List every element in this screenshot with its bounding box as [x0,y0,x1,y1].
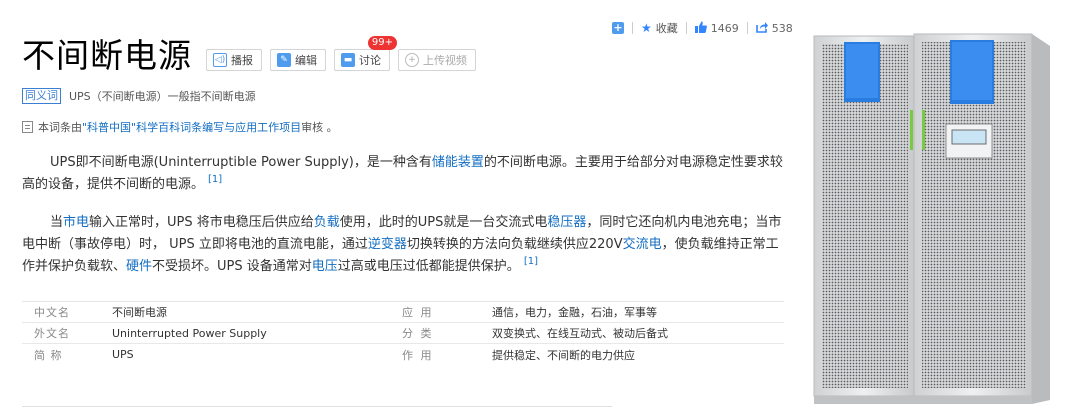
info-key: 作 用 [402,348,434,362]
link-hardware[interactable]: 硬件 [126,259,152,274]
info-key: 外文名 [34,327,70,340]
info-key: 应 用 [402,306,434,319]
text: 过高或电压过低都能提供保护。 [337,259,520,274]
summary-paragraph-2: 当市电输入正常时，UPS 将市电稳压后供应给负载使用，此时的UPS就是一台交流式… [22,212,787,278]
edit-button[interactable]: ✎ 编辑 [270,49,326,71]
thumbs-up-icon[interactable] [694,21,707,36]
info-value: UPS [112,348,134,361]
discuss-count-badge: 99+ [367,36,397,50]
info-key: 简 称 [34,348,63,362]
document-icon [22,121,33,133]
synonym-line: 同义词 UPS（不间断电源）一般指不间断电源 [22,88,256,104]
link-energy-storage[interactable]: 储能装置 [432,155,484,170]
text: 不受损坏。UPS 设备通常对 [152,259,312,274]
collect-label[interactable]: 收藏 [656,20,678,36]
speaker-icon: ◁) [213,53,227,67]
table-row: 中文名 不间断电源 应 用 通信，电力，金融，石油，军事等 [22,302,784,323]
text: 使用，此时的UPS就是一台交流式电 [339,215,548,230]
upload-video-button[interactable]: + 上传视频 [398,49,476,71]
audit-project-link[interactable]: "科普中国"科学百科词条编写与应用工作项目 [82,119,301,135]
link-load[interactable]: 负载 [314,215,340,230]
plus-circle-icon: + [405,53,419,67]
text: 当 [50,215,64,230]
link-mains-power[interactable]: 市电 [63,215,89,230]
comment-icon: ▬ [341,53,355,67]
info-key: 中文名 [34,306,70,319]
summary-paragraph-1: UPS即不间断电源(Uninterruptible Power Supply)，… [22,152,787,196]
title-row: 不间断电源 ◁) 播报 ✎ 编辑 ▬ 讨论 99+ + 上传视频 [22,36,484,76]
ups-cabinet-image[interactable] [810,20,1076,412]
edit-label: 编辑 [295,54,317,67]
upload-video-label: 上传视频 [423,54,467,67]
play-audio-label: 播报 [231,54,253,67]
audit-suffix: 审核 。 [301,121,338,134]
share-count[interactable]: 538 [772,22,793,35]
divider [685,22,687,34]
info-value: 通信，电力，金融，石油，军事等 [492,306,657,319]
discuss-button[interactable]: ▬ 讨论 99+ [334,36,397,71]
add-icon[interactable]: + [612,22,624,34]
synonym-text: UPS（不间断电源）一般指不间断电源 [69,90,256,103]
star-icon[interactable]: ★ [641,21,652,35]
page-title: 不间断电源 [22,36,192,75]
audit-prefix: 本词条由 [38,121,82,134]
table-row: 外文名 Uninterrupted Power Supply 分 类 双变换式、… [22,323,784,344]
divider [22,406,612,407]
play-audio-button[interactable]: ◁) 播报 [206,49,262,71]
audit-notice: 本词条由 "科普中国"科学百科词条编写与应用工作项目 审核 。 [22,119,338,135]
pencil-icon: ✎ [277,53,291,67]
text: 切换转换的方法向负载继续供应220V [406,237,623,252]
table-row: 简 称 UPS 作 用 提供稳定、不间断的电力供应 [22,344,784,365]
info-value: Uninterrupted Power Supply [112,326,267,340]
discuss-label: 讨论 [359,54,381,67]
link-alternating-current[interactable]: 交流电 [623,237,662,252]
synonym-tag[interactable]: 同义词 [22,88,61,104]
reference-link[interactable]: [1] [208,174,222,185]
link-inverter[interactable]: 逆变器 [368,237,407,252]
divider [746,22,748,34]
text: UPS即不间断电源(Uninterruptible Power Supply)，… [50,155,432,170]
info-value: 双变换式、在线互动式、被动后备式 [492,327,668,340]
text: 输入正常时，UPS 将市电稳压后供应给 [89,215,314,230]
divider [632,22,633,34]
link-voltage[interactable]: 电压 [312,259,338,274]
reference-link[interactable]: [1] [524,256,538,267]
basic-info-table: 中文名 不间断电源 应 用 通信，电力，金融，石油，军事等 外文名 Uninte… [22,301,784,365]
info-value: 提供稳定、不间断的电力供应 [492,348,635,362]
share-icon[interactable] [755,21,768,36]
info-value: 不间断电源 [112,306,167,319]
info-key: 分 类 [402,327,434,340]
link-regulator[interactable]: 稳压器 [547,215,586,230]
entry-action-bar: + ★ 收藏 1469 538 [612,18,793,38]
like-count[interactable]: 1469 [711,22,739,35]
